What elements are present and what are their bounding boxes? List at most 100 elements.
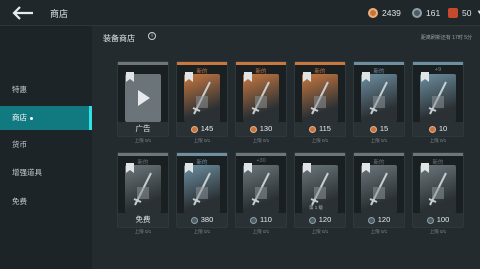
gem-icon (448, 8, 458, 18)
shop-item-card[interactable]: 新的 115 上限 0/1 (294, 61, 346, 143)
silver-currency[interactable]: 161 (412, 6, 440, 20)
copper-amount: 2439 (382, 8, 401, 18)
price-label: 120 (318, 215, 332, 224)
copper-coin-icon (368, 8, 378, 18)
rarity-bar (118, 62, 168, 65)
price-button[interactable]: 100 (413, 213, 463, 227)
play-icon (125, 74, 161, 122)
shop-item-card[interactable]: +9 10 上限 0/1 (412, 61, 464, 143)
purchase-limit: 上限 0/1 (134, 229, 152, 234)
price-label: 120 (377, 215, 391, 224)
price-label: 免费 (135, 215, 151, 224)
silver-coin-icon (426, 216, 434, 224)
shop-item-card[interactable]: 新的 120 上限 0/1 (353, 152, 405, 234)
price-button[interactable]: 380 (177, 213, 227, 227)
armor-icon (243, 74, 279, 122)
shop-item-card[interactable]: 新的 130 上限 0/1 (235, 61, 287, 143)
price-button[interactable]: 130 (236, 122, 286, 136)
item-level-caption: 第 1 级 (309, 205, 324, 210)
purchase-limit: 上限 0/1 (429, 229, 447, 234)
copper-coin-icon (309, 125, 317, 133)
shop-item-card[interactable]: 新的 380 上限 0/1 (176, 152, 228, 234)
price-label: 100 (436, 215, 450, 224)
shop-item-card[interactable]: 第 1 级 120 上限 0/1 (294, 152, 346, 234)
shop-item-card[interactable]: 新的 100 上限 0/1 (412, 152, 464, 234)
purchase-limit: 上限 0/1 (193, 229, 211, 234)
rarity-bar (118, 153, 168, 156)
sidebar-item-free[interactable]: 免费 (0, 190, 92, 214)
price-button[interactable]: 广告 (118, 122, 168, 136)
glove-icon (361, 74, 397, 122)
price-label: 10 (438, 124, 448, 133)
sidebar-item-deals[interactable]: 特惠 (0, 78, 92, 102)
sidebar-item-boosts[interactable]: 增强道具 (0, 161, 92, 185)
rarity-bar (236, 153, 286, 156)
price-label: 130 (259, 124, 273, 133)
purchase-limit: 上限 0/1 (252, 229, 270, 234)
helmet-icon (302, 74, 338, 122)
price-label: 115 (319, 124, 331, 133)
purchase-limit: 上限 0/1 (134, 138, 152, 143)
rarity-bar (236, 62, 286, 65)
silver-coin-icon (308, 216, 316, 224)
silver-coin-icon (367, 216, 375, 224)
price-label: 380 (200, 215, 214, 224)
section-title: 装备商店 (103, 34, 135, 43)
top-bar: 商店 2439 161 50 ▼ (0, 0, 480, 26)
copper-coin-icon (190, 125, 198, 133)
rarity-bar (295, 62, 345, 65)
copper-coin-icon (369, 125, 377, 133)
helmet-icon (420, 165, 456, 213)
silver-coin-icon (190, 216, 198, 224)
sidebar-item-shop[interactable]: 商店 (0, 106, 92, 130)
info-icon[interactable]: i (148, 32, 156, 40)
price-button[interactable]: 10 (413, 122, 463, 136)
shop-item-card[interactable]: 新的 145 上限 0/1 (176, 61, 228, 143)
price-button[interactable]: 115 (295, 122, 345, 136)
chevron-down-icon[interactable]: ▼ (476, 10, 480, 16)
silver-coin-icon (412, 8, 422, 18)
purchase-limit: 上限 0/1 (370, 138, 388, 143)
purchase-limit: 上限 0/1 (193, 138, 211, 143)
price-button[interactable]: 120 (354, 213, 404, 227)
copper-currency[interactable]: 2439 (368, 6, 401, 20)
page-title: 商店 (50, 9, 69, 19)
rarity-bar (295, 153, 345, 156)
shop-item-card[interactable]: 新的 15 上限 0/1 (353, 61, 405, 143)
armor-icon (184, 165, 220, 213)
new-badge: +30 (256, 158, 266, 164)
purchase-limit: 上限 0/1 (252, 138, 270, 143)
helmet-icon (420, 74, 456, 122)
silver-amount: 161 (426, 8, 441, 18)
refresh-timer: 距离刷新还有 17时 5分 (420, 35, 472, 41)
back-arrow-icon[interactable] (12, 6, 34, 20)
rarity-bar (177, 153, 227, 156)
price-button[interactable]: 免费 (118, 213, 168, 227)
gem-currency[interactable]: 50 ▼ (448, 6, 480, 20)
purchase-limit: 上限 0/1 (370, 229, 388, 234)
swords-icon (125, 165, 161, 213)
price-label: 110 (260, 215, 272, 224)
new-badge: +9 (434, 67, 442, 73)
rarity-bar (177, 62, 227, 65)
shop-item-card[interactable]: 新的 免费 上限 0/1 (117, 152, 169, 234)
purchase-limit: 上限 0/1 (311, 138, 329, 143)
armor-icon (243, 165, 279, 213)
purchase-limit: 上限 0/1 (429, 138, 447, 143)
price-button[interactable]: 145 (177, 122, 227, 136)
price-label: 15 (379, 124, 389, 133)
price-button[interactable]: 120 (295, 213, 345, 227)
gem-amount: 50 (462, 8, 472, 18)
rarity-bar (354, 62, 404, 65)
notification-dot (30, 116, 33, 120)
shop-item-card[interactable]: 广告上限 0/1 (117, 61, 169, 143)
sidebar-item-currency[interactable]: 货币 (0, 133, 92, 157)
price-button[interactable]: 110 (236, 213, 286, 227)
price-button[interactable]: 15 (354, 122, 404, 136)
rarity-bar (354, 153, 404, 156)
sword-icon (184, 74, 220, 122)
shop-item-card[interactable]: +30 110 上限 0/1 (235, 152, 287, 234)
price-label: 145 (200, 124, 214, 133)
price-label: 广告 (135, 124, 151, 133)
silver-coin-icon (250, 216, 258, 224)
